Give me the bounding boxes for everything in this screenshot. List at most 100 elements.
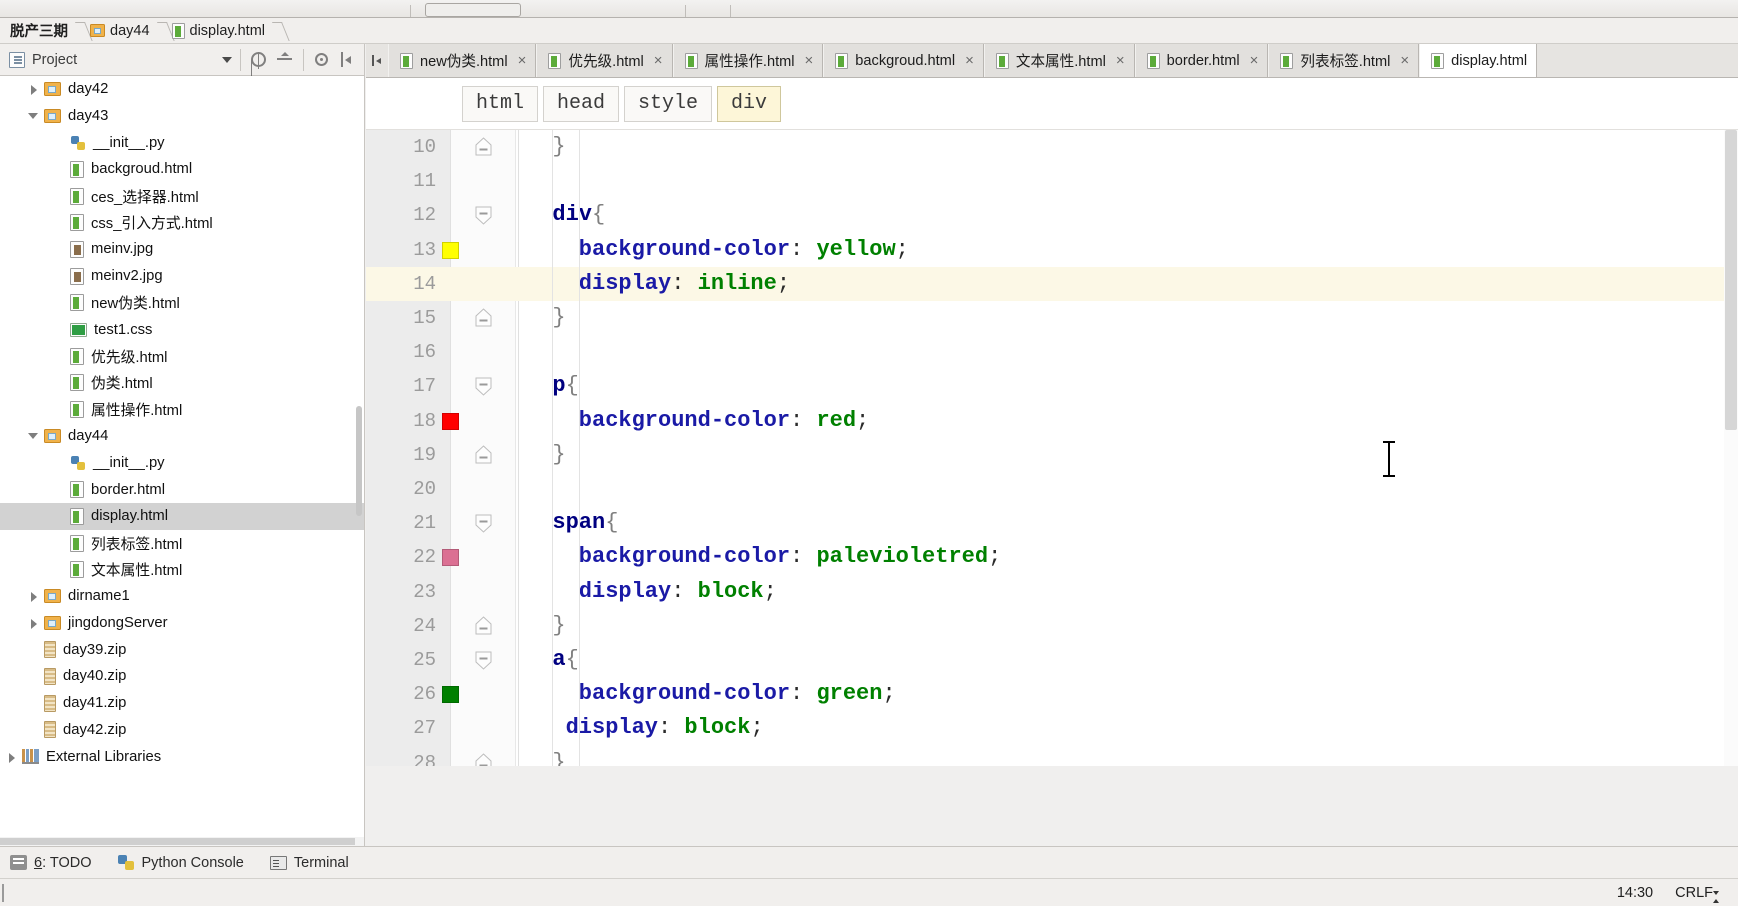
editor-tab[interactable]: 文本属性.html × [983,44,1135,77]
tree-item[interactable]: dirname1 [0,583,364,610]
tree-item[interactable]: __init__.py [0,450,364,477]
tree-item[interactable]: display.html [0,503,364,530]
editor-tab[interactable]: new伪类.html × [388,44,537,77]
chevron-down-icon[interactable] [222,56,232,63]
code-editor[interactable]: 10} 11 12 div{13 background-color: yellow; 14… [366,130,1738,766]
tree-item[interactable]: meinv.jpg [0,236,364,263]
run-icon[interactable] [535,3,551,17]
code-line[interactable]: 16 [366,335,1738,369]
color-swatch-gutter-icon[interactable] [442,412,459,430]
tree-item[interactable]: new伪类.html [0,290,364,317]
editor-tab[interactable]: backgroud.html × [823,44,984,77]
tree-item[interactable]: day43 [0,103,364,130]
fold-marker-start-icon[interactable] [474,205,493,226]
editor-tab[interactable]: 优先级.html × [536,44,673,77]
fold-marker-end-icon[interactable] [474,137,493,157]
tree-scrollbar-thumb[interactable] [356,406,362,516]
tree-item[interactable]: ces_选择器.html [0,183,364,210]
tool-window-button[interactable]: 6: TODO [10,855,92,871]
tree-item[interactable]: day39.zip [0,636,364,663]
commit-icon[interactable] [655,3,671,17]
fold-marker-start-icon[interactable] [474,513,493,533]
debug-icon[interactable] [565,3,581,17]
tree-twisty-right-icon[interactable] [24,583,44,609]
editor-tab[interactable]: 属性操作.html × [672,44,824,77]
color-swatch-gutter-icon[interactable] [442,686,459,704]
tree-item[interactable]: 优先级.html [0,343,364,370]
tree-item[interactable]: day42 [0,76,364,103]
hide-tabs-icon[interactable] [366,44,388,77]
fold-marker-end-icon[interactable] [474,445,493,465]
editor-tab[interactable]: 列表标签.html × [1268,44,1420,77]
code-line[interactable]: 15} [366,301,1738,335]
editor-tab-strip[interactable]: new伪类.html × 优先级.html × 属性操作.html × backgroud.… [366,44,1738,78]
tree-twisty-down-icon[interactable] [24,423,44,449]
code-line[interactable]: 25 a{ [366,643,1738,677]
breadcrumb-item-0[interactable]: 脱产三期 [4,18,72,44]
undo-icon[interactable] [700,3,716,17]
code-line[interactable]: 20 [366,472,1738,506]
tree-item[interactable]: day41.zip [0,690,364,717]
fold-marker-end-icon[interactable] [474,752,493,766]
tree-item[interactable]: 列表标签.html [0,530,364,557]
tree-twisty-down-icon[interactable] [24,103,44,129]
tree-item[interactable]: 属性操作.html [0,396,364,423]
close-icon[interactable]: × [1400,52,1409,69]
tree-item[interactable]: External Libraries [0,743,364,770]
fold-marker-start-icon[interactable] [474,376,493,397]
status-line-separator[interactable]: CRLF [1675,885,1720,903]
code-line[interactable]: 26 background-color: green; [366,677,1738,711]
breadcrumb-item-2[interactable]: display.html [166,18,269,44]
color-swatch-gutter-icon[interactable] [442,549,459,567]
coverage-icon[interactable] [595,3,611,17]
close-icon[interactable]: × [654,52,663,69]
tree-item[interactable]: meinv2.jpg [0,263,364,290]
close-icon[interactable]: × [1116,52,1125,69]
code-line[interactable]: 12 div{ [366,198,1738,232]
structure-crumb-head[interactable]: head [543,85,620,122]
locate-target-icon[interactable] [251,52,266,69]
tree-item[interactable]: backgroud.html [0,156,364,183]
collapse-all-icon[interactable] [277,52,292,67]
code-line[interactable]: 10} [366,130,1738,164]
structure-crumb-div[interactable]: div [717,85,782,122]
tree-item[interactable]: css_引入方式.html [0,209,364,236]
editor-vscrollbar-thumb[interactable] [1725,130,1737,430]
close-icon[interactable]: × [805,52,814,69]
tree-item[interactable]: 文本属性.html [0,556,364,583]
back-icon[interactable] [380,3,396,17]
tree-item[interactable]: __init__.py [0,129,364,156]
search-everywhere-icon[interactable] [745,3,761,17]
code-line[interactable]: 18 background-color: red; [366,404,1738,438]
code-line[interactable]: 24} [366,609,1738,643]
fold-marker-end-icon[interactable] [474,616,493,636]
editor-vscrollbar[interactable] [1724,130,1738,766]
code-line[interactable]: 22 background-color: palevioletred; [366,540,1738,574]
tree-hscrollbar[interactable] [0,837,364,846]
tree-twisty-right-icon[interactable] [24,610,44,636]
breadcrumb-item-1[interactable]: day44 [84,18,154,44]
editor-tab[interactable]: border.html × [1134,44,1269,77]
run-configuration-selector[interactable] [425,3,521,17]
fold-marker-end-icon[interactable] [474,308,493,328]
code-line[interactable]: 13 background-color: yellow; [366,233,1738,267]
tree-item[interactable]: test1.css [0,316,364,343]
close-icon[interactable]: × [965,52,974,69]
tree-item[interactable]: day44 [0,423,364,450]
color-swatch-gutter-icon[interactable] [442,241,459,259]
tree-twisty-right-icon[interactable] [24,76,44,102]
structure-crumb-html[interactable]: html [462,85,539,122]
tool-window-button[interactable]: Python Console [117,854,244,871]
structure-crumb-style[interactable]: style [624,85,713,122]
code-line[interactable]: 28} [366,746,1738,766]
code-line[interactable]: 17 p{ [366,369,1738,403]
tree-item[interactable]: border.html [0,476,364,503]
editor-tab[interactable]: display.html [1419,44,1538,77]
settings-gear-icon[interactable] [315,53,328,66]
code-line[interactable]: 21 span{ [366,506,1738,540]
code-line[interactable]: 11 [366,164,1738,198]
code-line[interactable]: 27 display: block; [366,711,1738,745]
tool-window-button[interactable]: Terminal [269,855,349,871]
tree-item[interactable]: day40.zip [0,663,364,690]
code-line[interactable]: 19} [366,438,1738,472]
